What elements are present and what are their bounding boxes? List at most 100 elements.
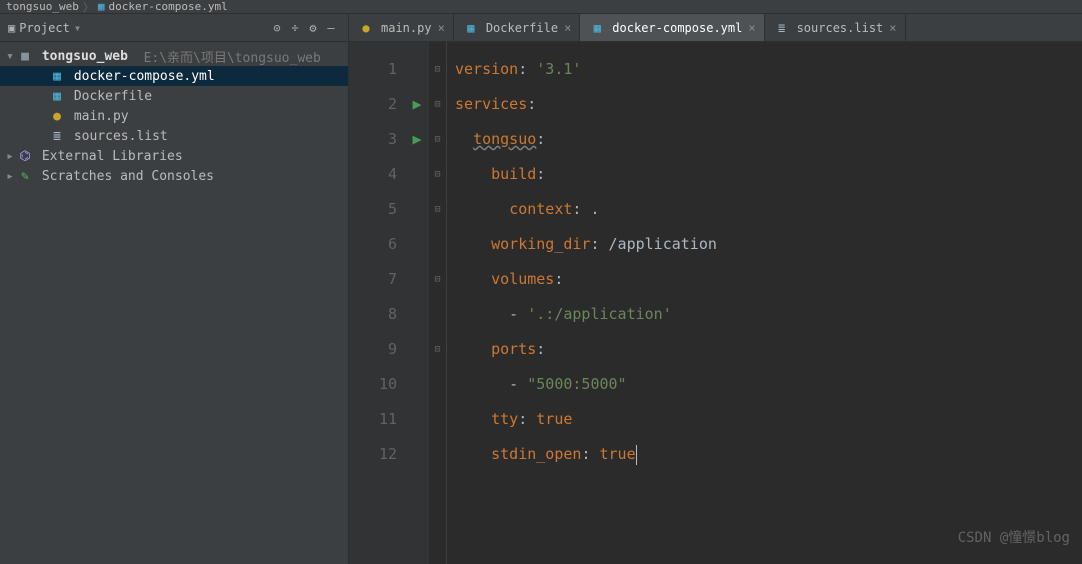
fold-toggle[interactable]: ⊟: [429, 157, 446, 192]
tree-extra-label: Scratches and Consoles: [34, 169, 214, 184]
tab-Dockerfile[interactable]: ▦ Dockerfile ×: [454, 14, 580, 41]
tree-file-Dockerfile[interactable]: ▦ Dockerfile: [0, 86, 348, 106]
breadcrumb: tongsuo_web 〉 ▦ docker-compose.yml: [0, 0, 1082, 14]
fold-toggle[interactable]: ⊟: [429, 52, 446, 87]
run-line-icon[interactable]: ▶: [405, 87, 429, 122]
python-icon: ●: [48, 109, 66, 124]
yaml-icon: ▦: [48, 69, 66, 84]
code-line[interactable]: context: .: [455, 192, 1072, 227]
close-icon[interactable]: ×: [889, 21, 896, 35]
tree-file-sources.list[interactable]: ≣ sources.list: [0, 126, 348, 146]
run-line-icon[interactable]: [405, 332, 429, 367]
fold-toggle[interactable]: ⊟: [429, 192, 446, 227]
tree-file-label: sources.list: [66, 129, 168, 144]
docker-icon: ▦: [462, 21, 480, 35]
run-line-icon[interactable]: [405, 192, 429, 227]
close-icon[interactable]: ×: [438, 21, 445, 35]
tree-root[interactable]: ▾ ■ tongsuo_web E:\亲而\项目\tongsuo_web: [0, 46, 348, 66]
line-number-gutter[interactable]: 123456789101112: [349, 42, 405, 564]
folder-icon: ■: [16, 49, 34, 64]
line-number[interactable]: 12: [349, 437, 397, 472]
text-cursor: [636, 445, 637, 465]
lib-icon: ⌬: [16, 149, 34, 164]
line-number[interactable]: 7: [349, 262, 397, 297]
run-line-icon[interactable]: [405, 227, 429, 262]
breadcrumb-file[interactable]: docker-compose.yml: [108, 0, 227, 13]
editor-area: ● main.py × ▦ Dockerfile × ▦ docker-comp…: [349, 14, 1082, 564]
fold-toggle[interactable]: [429, 227, 446, 262]
text-icon: ≣: [48, 129, 66, 144]
breadcrumb-file-icon: ▦: [98, 0, 105, 13]
gear-icon[interactable]: ⚙: [304, 19, 322, 37]
fold-toggle[interactable]: ⊟: [429, 332, 446, 367]
chevron-right-icon[interactable]: ▸: [4, 149, 16, 164]
tree-extra-External Libraries[interactable]: ▸ ⌬ External Libraries: [0, 146, 348, 166]
code-line[interactable]: working_dir: /application: [455, 227, 1072, 262]
run-line-icon[interactable]: [405, 297, 429, 332]
tab-label: sources.list: [797, 21, 884, 35]
run-line-icon[interactable]: [405, 262, 429, 297]
close-icon[interactable]: ×: [564, 21, 571, 35]
code-line[interactable]: version: '3.1': [455, 52, 1072, 87]
line-number[interactable]: 10: [349, 367, 397, 402]
code-line[interactable]: tongsuo:: [455, 122, 1072, 157]
breadcrumb-project[interactable]: tongsuo_web: [6, 0, 79, 13]
tab-main.py[interactable]: ● main.py ×: [349, 14, 454, 41]
python-icon: ●: [357, 21, 375, 35]
tree-file-main.py[interactable]: ● main.py: [0, 106, 348, 126]
tree-extra-Scratches and Consoles[interactable]: ▸ ✎ Scratches and Consoles: [0, 166, 348, 186]
run-line-icon[interactable]: [405, 437, 429, 472]
tab-label: docker-compose.yml: [612, 21, 742, 35]
line-number[interactable]: 3: [349, 122, 397, 157]
tree-file-docker-compose.yml[interactable]: ▦ docker-compose.yml: [0, 66, 348, 86]
fold-gutter[interactable]: ⊟⊟⊟⊟⊟⊟⊟: [429, 42, 447, 564]
tab-sources.list[interactable]: ≣ sources.list ×: [765, 14, 906, 41]
line-number[interactable]: 1: [349, 52, 397, 87]
text-icon: ≣: [773, 21, 791, 35]
select-opened-file-icon[interactable]: ⊙: [268, 19, 286, 37]
tab-docker-compose.yml[interactable]: ▦ docker-compose.yml ×: [580, 14, 764, 41]
line-number[interactable]: 4: [349, 157, 397, 192]
code-content[interactable]: version: '3.1'services: tongsuo: build: …: [447, 42, 1082, 564]
code-line[interactable]: ports:: [455, 332, 1072, 367]
run-line-icon[interactable]: [405, 157, 429, 192]
code-line[interactable]: stdin_open: true: [455, 437, 1072, 472]
fold-toggle[interactable]: ⊟: [429, 122, 446, 157]
docker-icon: ▦: [48, 89, 66, 104]
line-number[interactable]: 5: [349, 192, 397, 227]
fold-toggle[interactable]: ⊟: [429, 262, 446, 297]
code-line[interactable]: services:: [455, 87, 1072, 122]
line-number[interactable]: 2: [349, 87, 397, 122]
tree-file-label: Dockerfile: [66, 89, 152, 104]
close-icon[interactable]: ×: [748, 21, 755, 35]
run-line-icon[interactable]: ▶: [405, 122, 429, 157]
code-line[interactable]: volumes:: [455, 262, 1072, 297]
fold-toggle[interactable]: [429, 297, 446, 332]
chevron-down-icon[interactable]: ▾: [74, 21, 81, 35]
tree-extra-label: External Libraries: [34, 149, 183, 164]
chevron-right-icon[interactable]: ▸: [4, 169, 16, 184]
tree-file-label: main.py: [66, 109, 129, 124]
run-line-icon[interactable]: [405, 52, 429, 87]
fold-toggle[interactable]: [429, 437, 446, 472]
project-tree[interactable]: ▾ ■ tongsuo_web E:\亲而\项目\tongsuo_web ▦ d…: [0, 42, 348, 190]
run-gutter[interactable]: ▶▶: [405, 42, 429, 564]
watermark: CSDN @憧憬blog: [958, 521, 1070, 556]
run-line-icon[interactable]: [405, 367, 429, 402]
minimize-icon[interactable]: —: [322, 19, 340, 37]
fold-toggle[interactable]: [429, 402, 446, 437]
sidebar-header: ▣ Project ▾ ⊙ ÷ ⚙ —: [0, 14, 348, 42]
run-line-icon[interactable]: [405, 402, 429, 437]
line-number[interactable]: 8: [349, 297, 397, 332]
line-number[interactable]: 11: [349, 402, 397, 437]
fold-toggle[interactable]: [429, 367, 446, 402]
code-line[interactable]: build:: [455, 157, 1072, 192]
fold-toggle[interactable]: ⊟: [429, 87, 446, 122]
expand-all-icon[interactable]: ÷: [286, 19, 304, 37]
code-line[interactable]: - "5000:5000": [455, 367, 1072, 402]
code-line[interactable]: tty: true: [455, 402, 1072, 437]
code-line[interactable]: - '.:/application': [455, 297, 1072, 332]
chevron-down-icon[interactable]: ▾: [4, 49, 16, 64]
line-number[interactable]: 9: [349, 332, 397, 367]
line-number[interactable]: 6: [349, 227, 397, 262]
